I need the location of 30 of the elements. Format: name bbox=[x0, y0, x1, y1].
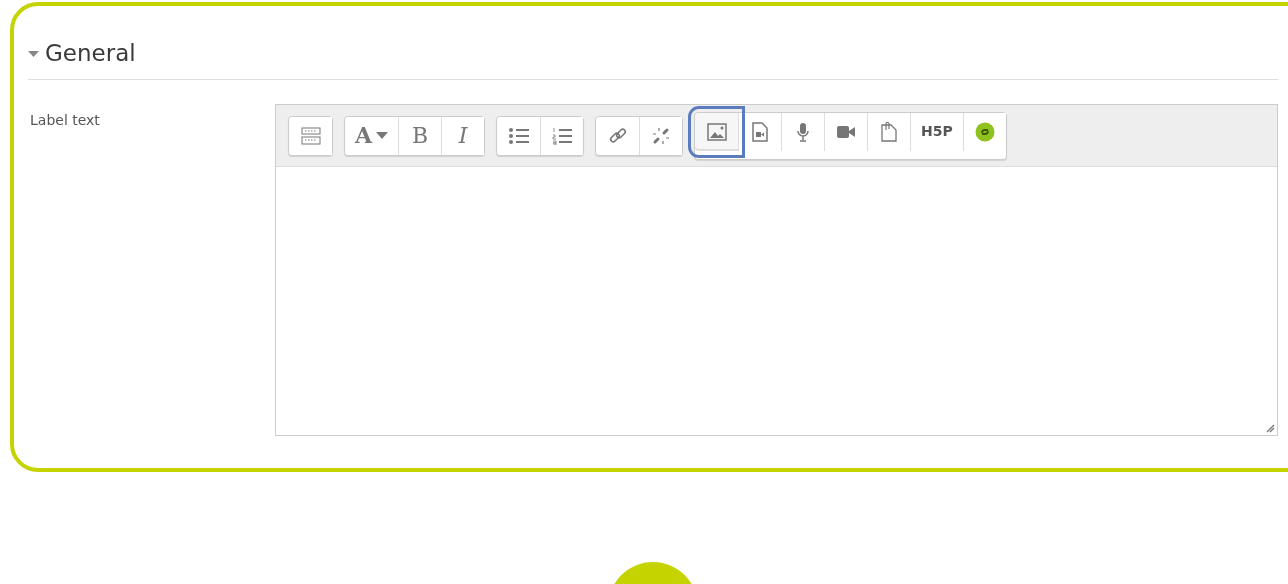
media-file-icon bbox=[752, 121, 769, 142]
plugin-icon bbox=[974, 121, 995, 142]
toolbar-toggle-button[interactable] bbox=[289, 116, 332, 155]
bold-button[interactable]: B bbox=[398, 116, 442, 155]
microphone-icon bbox=[796, 121, 811, 142]
font-button[interactable]: A bbox=[345, 116, 399, 155]
toolbar-toggle-icon bbox=[300, 126, 321, 145]
caret-icon bbox=[376, 132, 389, 139]
broken-link-button[interactable] bbox=[639, 116, 683, 155]
plugin-button[interactable] bbox=[962, 112, 1006, 151]
image-icon bbox=[706, 122, 727, 141]
section-title[interactable]: General bbox=[45, 36, 136, 71]
file-icon bbox=[881, 121, 898, 142]
h5p-button[interactable]: H5P bbox=[910, 112, 963, 151]
italic-button[interactable]: I bbox=[441, 116, 485, 155]
field-label: Label text bbox=[29, 111, 101, 130]
broken-link-icon bbox=[651, 125, 672, 146]
microphone-button[interactable] bbox=[781, 112, 825, 151]
resize-handle-icon[interactable] bbox=[1265, 423, 1275, 433]
media-file-button[interactable] bbox=[738, 112, 782, 151]
numbered-list-button[interactable] bbox=[540, 116, 584, 155]
link-icon bbox=[607, 125, 628, 146]
collapse-caret-icon[interactable] bbox=[28, 50, 39, 57]
bullet-list-button[interactable] bbox=[497, 116, 541, 155]
bullet-list-icon bbox=[507, 126, 530, 145]
video-camera-button[interactable] bbox=[824, 112, 868, 151]
file-button[interactable] bbox=[867, 112, 911, 151]
link-button[interactable] bbox=[596, 116, 640, 155]
video-camera-icon bbox=[836, 124, 857, 139]
numbered-list-icon bbox=[551, 126, 574, 145]
